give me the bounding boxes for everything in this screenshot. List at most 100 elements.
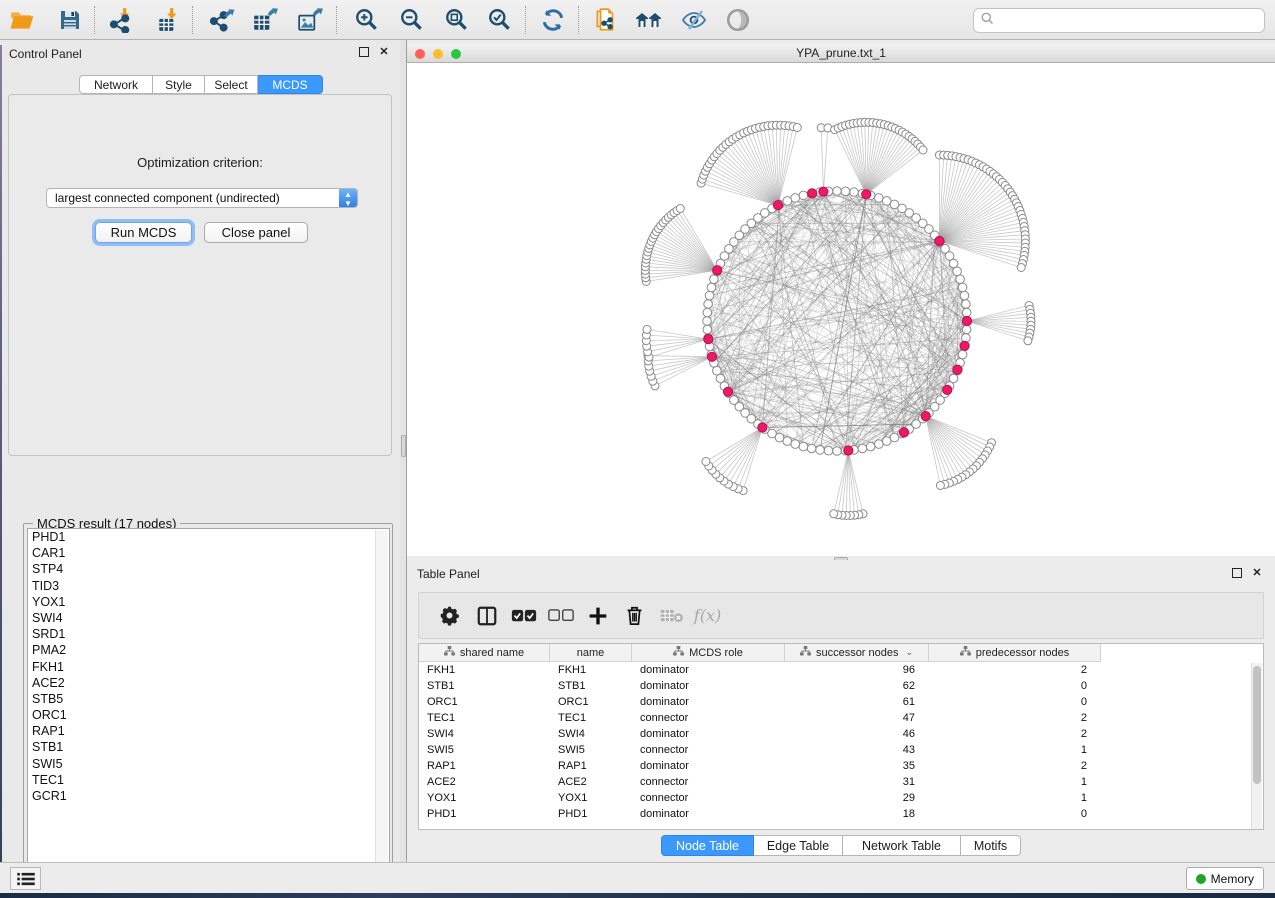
mcds-result-item[interactable]: STB1 [28,739,389,755]
cell-name[interactable]: ORC1 [550,694,632,710]
tab-network[interactable]: Network [79,75,153,94]
cell-successor-nodes[interactable]: 47 [785,710,929,726]
cell-MCDS-role[interactable]: dominator [632,694,785,710]
zoom-in-button[interactable] [350,4,384,36]
table-row[interactable]: PHD1PHD1dominator180 [419,806,1263,822]
search-input[interactable] [995,11,1264,31]
mcds-result-item[interactable]: STB5 [28,691,389,707]
mcds-result-item[interactable]: TEC1 [28,772,389,788]
first-neighbors-button[interactable] [632,4,666,36]
column-header-predecessor-nodes[interactable]: predecessor nodes [929,644,1101,662]
mcds-result-item[interactable]: SRD1 [28,626,389,642]
table-row[interactable]: STB1STB1dominator620 [419,678,1263,694]
cell-MCDS-role[interactable]: connector [632,774,785,790]
table-row[interactable]: RAP1RAP1dominator352 [419,758,1263,774]
cell-successor-nodes[interactable]: 46 [785,726,929,742]
tab-motifs[interactable]: Motifs [961,835,1021,856]
cell-predecessor-nodes[interactable]: 0 [929,678,1101,694]
tab-network-table[interactable]: Network Table [843,835,961,856]
cell-name[interactable]: SWI4 [550,726,632,742]
cell-shared-name[interactable]: YOX1 [419,790,550,806]
network-titlebar[interactable]: YPA_prune.txt_1 [407,44,1275,63]
import-table-button[interactable] [152,4,186,36]
cell-MCDS-role[interactable]: connector [632,710,785,726]
cell-name[interactable]: PHD1 [550,806,632,822]
mcds-result-item[interactable]: ORC1 [28,707,389,723]
show-columns-button[interactable] [468,601,505,631]
cell-successor-nodes[interactable]: 43 [785,742,929,758]
cell-name[interactable]: SWI5 [550,742,632,758]
select-all-button[interactable] [505,601,542,631]
export-image-button[interactable] [293,4,327,36]
cell-MCDS-role[interactable]: dominator [632,662,785,678]
cell-predecessor-nodes[interactable]: 2 [929,726,1101,742]
column-header-MCDS-role[interactable]: MCDS role [632,644,785,662]
mcds-result-item[interactable]: STP4 [28,561,389,577]
cell-shared-name[interactable]: STB1 [419,678,550,694]
cell-successor-nodes[interactable]: 29 [785,790,929,806]
mcds-result-item[interactable]: RAP1 [28,723,389,739]
mcds-result-item[interactable]: SWI5 [28,756,389,772]
table-row[interactable]: TEC1TEC1connector472 [419,710,1263,726]
memory-button[interactable]: Memory [1186,867,1264,890]
cell-shared-name[interactable]: SWI4 [419,726,550,742]
cell-predecessor-nodes[interactable]: 1 [929,790,1101,806]
cell-predecessor-nodes[interactable]: 2 [929,758,1101,774]
close-panel-icon[interactable]: ✕ [1251,567,1263,579]
mcds-result-list[interactable]: PHD1CAR1STP4TID3YOX1SWI4SRD1PMA2FKH1ACE2… [27,528,390,885]
splitter-grip[interactable] [401,435,406,457]
criterion-dropdown[interactable]: largest connected component (undirected)… [46,188,358,208]
open-session-button[interactable] [5,4,39,36]
cell-shared-name[interactable]: FKH1 [419,662,550,678]
cell-MCDS-role[interactable]: dominator [632,806,785,822]
close-panel-button[interactable]: Close panel [204,222,308,243]
cell-successor-nodes[interactable]: 35 [785,758,929,774]
node-table[interactable]: shared namenameMCDS rolesuccessor nodes⌄… [418,643,1264,830]
cell-predecessor-nodes[interactable]: 0 [929,694,1101,710]
float-panel-icon[interactable] [1232,568,1242,578]
tab-mcds[interactable]: MCDS [258,75,323,94]
hide-selected-button[interactable] [677,4,711,36]
table-row[interactable]: ACE2ACE2connector311 [419,774,1263,790]
tab-style[interactable]: Style [153,75,205,94]
task-history-button[interactable] [10,867,41,890]
cell-predecessor-nodes[interactable]: 1 [929,774,1101,790]
mcds-result-item[interactable]: SWI4 [28,610,389,626]
mcds-result-item[interactable]: CAR1 [28,545,389,561]
cell-successor-nodes[interactable]: 18 [785,806,929,822]
save-session-button[interactable] [53,4,87,36]
cell-MCDS-role[interactable]: dominator [632,758,785,774]
table-row[interactable]: SWI5SWI5connector431 [419,742,1263,758]
table-row[interactable]: SWI4SWI4dominator462 [419,726,1263,742]
cell-predecessor-nodes[interactable]: 1 [929,742,1101,758]
mcds-result-item[interactable]: PHD1 [28,529,389,545]
mcds-result-item[interactable]: FKH1 [28,659,389,675]
network-graph[interactable] [407,63,1275,556]
show-all-button[interactable] [721,4,755,36]
tab-node-table[interactable]: Node Table [661,835,754,856]
table-row[interactable]: FKH1FKH1dominator962 [419,662,1263,678]
run-mcds-button[interactable]: Run MCDS [95,222,192,243]
cell-shared-name[interactable]: PHD1 [419,806,550,822]
cell-name[interactable]: ACE2 [550,774,632,790]
minimize-traffic-light[interactable] [433,49,443,59]
search-box[interactable] [973,8,1265,33]
mcds-result-item[interactable]: GCR1 [28,788,389,804]
vertical-splitter[interactable] [400,40,407,862]
cell-shared-name[interactable]: ORC1 [419,694,550,710]
cell-shared-name[interactable]: SWI5 [419,742,550,758]
cell-name[interactable]: YOX1 [550,790,632,806]
close-panel-icon[interactable]: ✕ [378,46,390,58]
add-row-button[interactable] [579,601,616,631]
cell-MCDS-role[interactable]: connector [632,742,785,758]
network-canvas[interactable] [407,63,1275,556]
cell-shared-name[interactable]: TEC1 [419,710,550,726]
cell-shared-name[interactable]: RAP1 [419,758,550,774]
maximize-traffic-light[interactable] [451,49,461,59]
export-table-button[interactable] [248,4,282,36]
cell-successor-nodes[interactable]: 96 [785,662,929,678]
cell-name[interactable]: TEC1 [550,710,632,726]
cell-successor-nodes[interactable]: 31 [785,774,929,790]
mcds-result-item[interactable]: ACE2 [28,675,389,691]
export-network-button[interactable] [205,4,239,36]
